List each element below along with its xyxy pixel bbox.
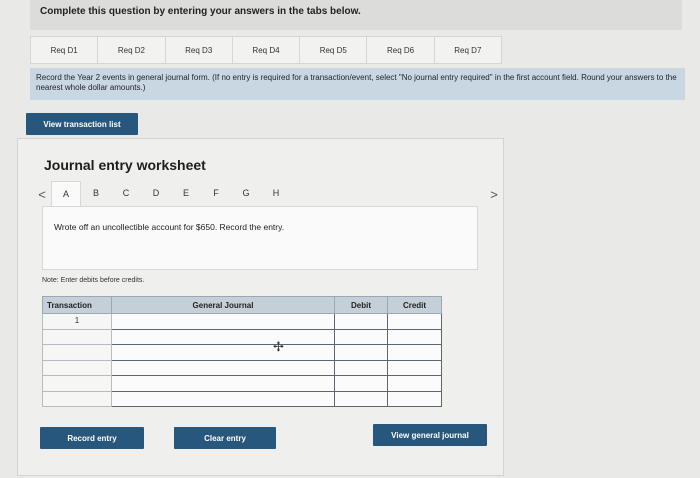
credit-input[interactable]	[387, 375, 442, 392]
letter-tab-c[interactable]: C	[111, 181, 141, 207]
table-row	[42, 328, 442, 345]
letter-tab-e[interactable]: E	[171, 181, 201, 207]
tab-req-d5[interactable]: Req D5	[300, 37, 368, 63]
letter-tab-a[interactable]: A	[51, 181, 81, 207]
header-debit: Debit	[334, 296, 388, 314]
header-transaction: Transaction	[42, 296, 112, 314]
letter-tab-b[interactable]: B	[81, 181, 111, 207]
view-transaction-list-button[interactable]: View transaction list	[26, 113, 138, 135]
debit-input[interactable]	[334, 313, 388, 330]
tab-req-d1[interactable]: Req D1	[31, 37, 99, 63]
header-general-journal: General Journal	[111, 296, 335, 314]
letter-tab-f[interactable]: F	[201, 181, 231, 207]
tab-req-d2[interactable]: Req D2	[98, 37, 166, 63]
letter-tab-g[interactable]: G	[231, 181, 261, 207]
debit-input[interactable]	[334, 390, 388, 407]
account-input[interactable]	[111, 359, 335, 376]
instructions-text: Complete this question by entering your …	[40, 6, 361, 17]
prev-arrow-icon[interactable]: <	[33, 187, 51, 202]
account-input[interactable]	[111, 375, 335, 392]
account-input[interactable]	[111, 344, 335, 361]
table-row	[42, 375, 442, 392]
credit-input[interactable]	[387, 390, 442, 407]
worksheet-title: Journal entry worksheet	[44, 157, 206, 173]
table-row	[42, 359, 442, 376]
transaction-number	[42, 344, 112, 361]
debit-credit-note: Note: Enter debits before credits.	[42, 277, 145, 284]
credit-input[interactable]	[387, 328, 442, 345]
journal-table: Transaction General Journal Debit Credit…	[42, 296, 442, 407]
clear-entry-button[interactable]: Clear entry	[174, 427, 276, 449]
account-input[interactable]	[111, 390, 335, 407]
table-row	[42, 344, 442, 361]
account-input[interactable]	[111, 313, 335, 330]
instructions-banner: Complete this question by entering your …	[30, 0, 682, 30]
instruction-text: Record the Year 2 events in general jour…	[36, 73, 677, 92]
entry-description-box: Wrote off an uncollectible account for $…	[42, 206, 478, 270]
transaction-number	[42, 359, 112, 376]
transaction-number	[42, 328, 112, 345]
debit-input[interactable]	[334, 375, 388, 392]
transaction-letter-tabs: < A B C D E F G H >	[33, 181, 503, 207]
transaction-number: 1	[42, 313, 112, 330]
credit-input[interactable]	[387, 313, 442, 330]
credit-input[interactable]	[387, 344, 442, 361]
transaction-number	[42, 390, 112, 407]
table-row	[42, 390, 442, 407]
debit-input[interactable]	[334, 359, 388, 376]
tab-req-d4[interactable]: Req D4	[233, 37, 301, 63]
letter-tab-d[interactable]: D	[141, 181, 171, 207]
record-entry-button[interactable]: Record entry	[40, 427, 144, 449]
entry-description-text: Wrote off an uncollectible account for $…	[54, 222, 285, 232]
tab-req-d7[interactable]: Req D7	[435, 37, 501, 63]
next-arrow-icon[interactable]: >	[485, 187, 503, 202]
credit-input[interactable]	[387, 359, 442, 376]
debit-input[interactable]	[334, 328, 388, 345]
letter-tab-h[interactable]: H	[261, 181, 291, 207]
account-input[interactable]	[111, 328, 335, 345]
move-cursor-icon: ✢	[273, 339, 284, 354]
instruction-box: Record the Year 2 events in general jour…	[30, 68, 685, 100]
tab-req-d3[interactable]: Req D3	[166, 37, 233, 63]
header-credit: Credit	[387, 296, 442, 314]
transaction-number	[42, 375, 112, 392]
tab-req-d6[interactable]: Req D6	[367, 37, 435, 63]
view-general-journal-button[interactable]: View general journal	[373, 424, 487, 446]
requirement-tabs: Req D1 Req D2 Req D3 Req D4 Req D5 Req D…	[30, 36, 502, 64]
table-row: 1	[42, 313, 442, 330]
debit-input[interactable]	[334, 344, 388, 361]
